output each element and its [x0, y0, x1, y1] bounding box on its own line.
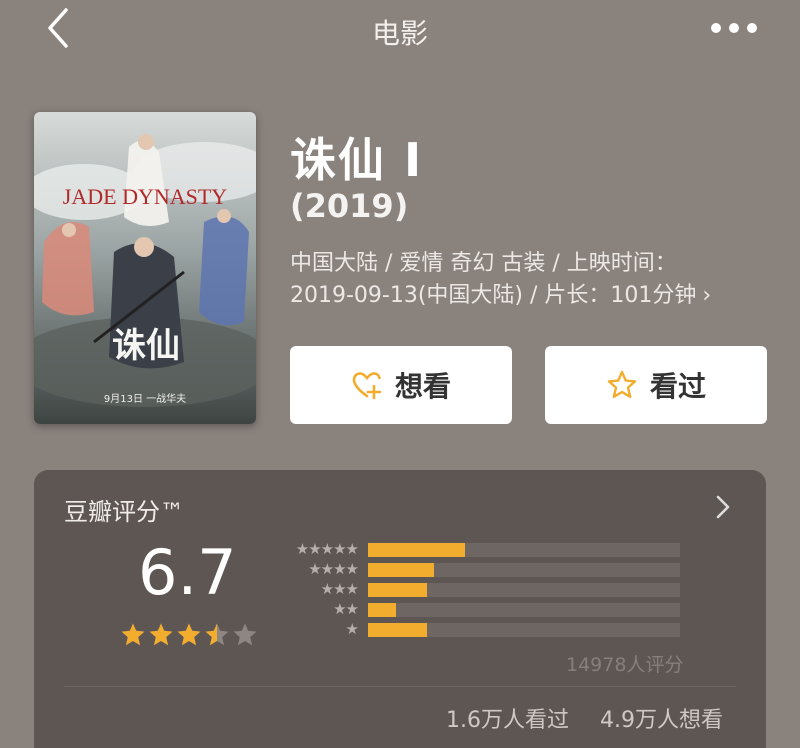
meta-line-1: 中国大陆 / 爱情 奇幻 古装 / 上映时间：: [290, 251, 677, 276]
star-icon: [205, 623, 229, 646]
rating-bar-track: [368, 563, 680, 577]
rating-card[interactable]: 豆瓣评分™ 6.7 ★★★★★ ★★★★ ★★★ ★★ ★ 14978人评分 1.6万人…: [34, 470, 766, 748]
star-icon: [177, 623, 201, 646]
star-icon: [121, 623, 145, 646]
seen-label: 看过: [649, 370, 706, 403]
rating-bar-fill: [368, 623, 428, 637]
rating-bar-track: [368, 603, 680, 617]
rating-row-stars: ★★: [333, 600, 359, 618]
page-title: 电影: [371, 17, 428, 50]
rating-bar-track: [368, 543, 680, 557]
rating-stars: [120, 622, 258, 648]
rating-bar-track: [368, 623, 680, 637]
movie-title: 诛仙 I: [290, 133, 424, 187]
want-to-watch-button[interactable]: 想看: [290, 346, 512, 424]
rating-score: 6.7: [138, 536, 237, 609]
want-label: 想看: [394, 370, 451, 403]
rating-row-stars: ★★★: [320, 580, 359, 598]
star-icon: [149, 623, 173, 646]
rating-row-stars: ★★★★★: [295, 540, 359, 558]
poster-title-en: JADE DYNASTY: [63, 184, 228, 209]
rating-row-stars: ★: [345, 620, 359, 638]
rating-bar-track: [368, 583, 680, 597]
chevron-right-icon[interactable]: [712, 492, 734, 522]
chevron-right-icon: ›: [702, 283, 712, 308]
more-button[interactable]: [708, 20, 760, 34]
poster-title-cn: 诛仙: [112, 326, 180, 366]
rating-bar-fill: [368, 543, 465, 557]
movie-poster[interactable]: JADE DYNASTY 诛仙 9月13日 一战华夫: [34, 112, 256, 424]
rating-header: 豆瓣评分™: [64, 498, 184, 526]
rater-count: 14978人评分: [566, 654, 684, 676]
watched-button[interactable]: 看过: [545, 346, 767, 424]
seen-count[interactable]: 1.6万人看过: [446, 702, 569, 734]
rating-bar-fill: [368, 583, 428, 597]
meta-line-2: 2019-09-13(中国大陆) / 片长：101分钟 ›: [290, 280, 770, 312]
nav-bar: 电影: [0, 0, 800, 56]
poster-image: JADE DYNASTY 诛仙 9月13日 一战华夫: [34, 112, 256, 424]
heart-plus-icon: [352, 372, 382, 400]
movie-year: (2019): [290, 187, 409, 225]
movie-meta[interactable]: 中国大陆 / 爱情 奇幻 古装 / 上映时间： 2019-09-13(中国大陆)…: [290, 248, 770, 312]
rating-row-stars: ★★★★: [308, 560, 359, 578]
meta-line-2-text: 2019-09-13(中国大陆) / 片长：101分钟: [290, 283, 697, 308]
more-dots-icon: [711, 23, 757, 33]
star-outline-icon: [607, 370, 637, 398]
divider: [64, 686, 736, 687]
rating-bar-fill: [368, 603, 397, 617]
want-count[interactable]: 4.9万人想看: [600, 702, 723, 734]
poster-release-note: 9月13日 一战华夫: [104, 392, 186, 405]
star-icon: [233, 623, 257, 646]
rating-bar-fill: [368, 563, 434, 577]
